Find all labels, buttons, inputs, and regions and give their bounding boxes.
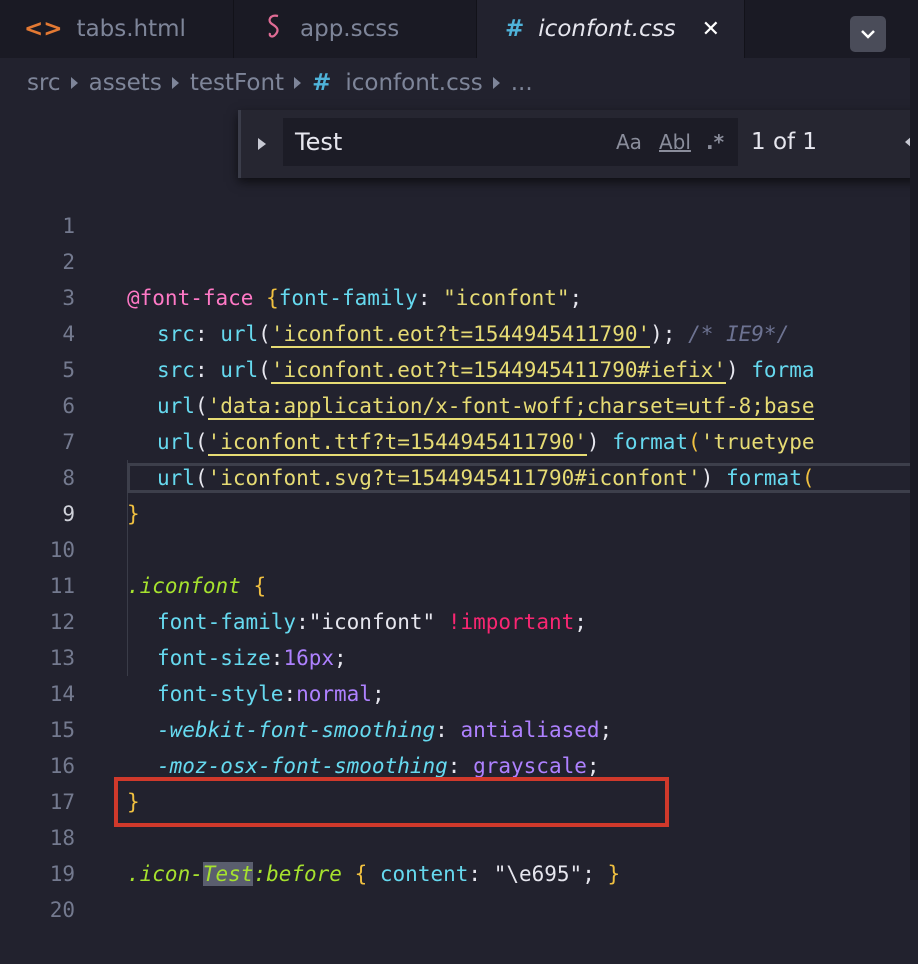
chevron-right-icon (294, 77, 302, 89)
annotation-highlight-box (114, 777, 669, 827)
code-line: 4 src: url('iconfont.eot?t=1544945411790… (0, 280, 918, 384)
css-file-icon: # (312, 70, 332, 96)
close-icon[interactable]: ✕ (702, 17, 720, 42)
code-line: 20 (0, 856, 918, 922)
line-number: 20 (49, 898, 75, 922)
tab-label: iconfont.css (538, 16, 676, 42)
code-line: 3 src: url('iconfont.eot?t=1544945411790… (0, 244, 918, 348)
sass-file-icon (264, 13, 286, 45)
match-case-button[interactable]: Aa (616, 118, 642, 166)
code-line: 6 url('iconfont.ttf?t=1544945411790') fo… (0, 352, 918, 456)
html-file-icon: <> (24, 16, 63, 42)
tab-label: tabs.html (76, 16, 186, 42)
window-edge (910, 0, 918, 880)
code-line: 14 -webkit-font-smoothing: antialiased; (0, 640, 918, 742)
code-line: 7 url('iconfont.svg?t=1544945411790#icon… (0, 388, 918, 492)
breadcrumb: src assets testFont # iconfont.css ... (0, 58, 918, 108)
css-file-icon: # (505, 16, 525, 42)
code-line: 12 font-size:16px; (0, 568, 918, 670)
code-line: 9 (0, 460, 918, 526)
regex-button[interactable]: .* (706, 118, 724, 166)
current-line-highlight (127, 463, 918, 493)
tab-overflow-button[interactable] (850, 16, 886, 52)
find-widget: Test Aa Abl .* 1 of 1 (238, 110, 918, 178)
toggle-replace-chevron-icon[interactable] (258, 138, 266, 150)
breadcrumb-item[interactable]: testFont (190, 70, 284, 96)
tab-label: app.scss (300, 16, 400, 42)
code-line: 13 font-style:normal; (0, 604, 918, 706)
code-line: 16 } (0, 712, 918, 814)
tab-app-scss[interactable]: app.scss (234, 0, 477, 58)
tab-iconfont-css[interactable]: # iconfont.css ✕ (477, 0, 745, 58)
tab-tabs-html[interactable]: <> tabs.html (0, 0, 234, 58)
code-line: 10 .iconfont { (0, 496, 918, 598)
tab-bar: <> tabs.html app.scss # iconfont.css ✕ (0, 0, 918, 58)
code-line: 11 font-family:"iconfont" !important; (0, 532, 918, 634)
chevron-right-icon (70, 77, 78, 89)
match-count: 1 of 1 (751, 129, 818, 155)
whole-word-button[interactable]: Abl (659, 118, 691, 166)
code-line: 5 url('data:application/x-font-woff;char… (0, 316, 918, 420)
code-editor[interactable]: 1 2 @font-face {font-family: "iconfont";… (0, 172, 918, 922)
code-line: 15 -moz-osx-font-smoothing: grayscale; (0, 676, 918, 778)
chevron-right-icon (492, 77, 500, 89)
code-line: 8 } (0, 424, 918, 526)
breadcrumb-item[interactable]: src (27, 70, 61, 96)
breadcrumb-item[interactable]: assets (89, 70, 162, 96)
chevron-down-icon (861, 30, 875, 39)
chevron-right-icon (171, 77, 179, 89)
breadcrumb-item[interactable]: iconfont.css (345, 70, 482, 96)
code-line: 2 @font-face {font-family: "iconfont"; (0, 208, 918, 310)
breadcrumb-item[interactable]: ... (511, 70, 533, 96)
